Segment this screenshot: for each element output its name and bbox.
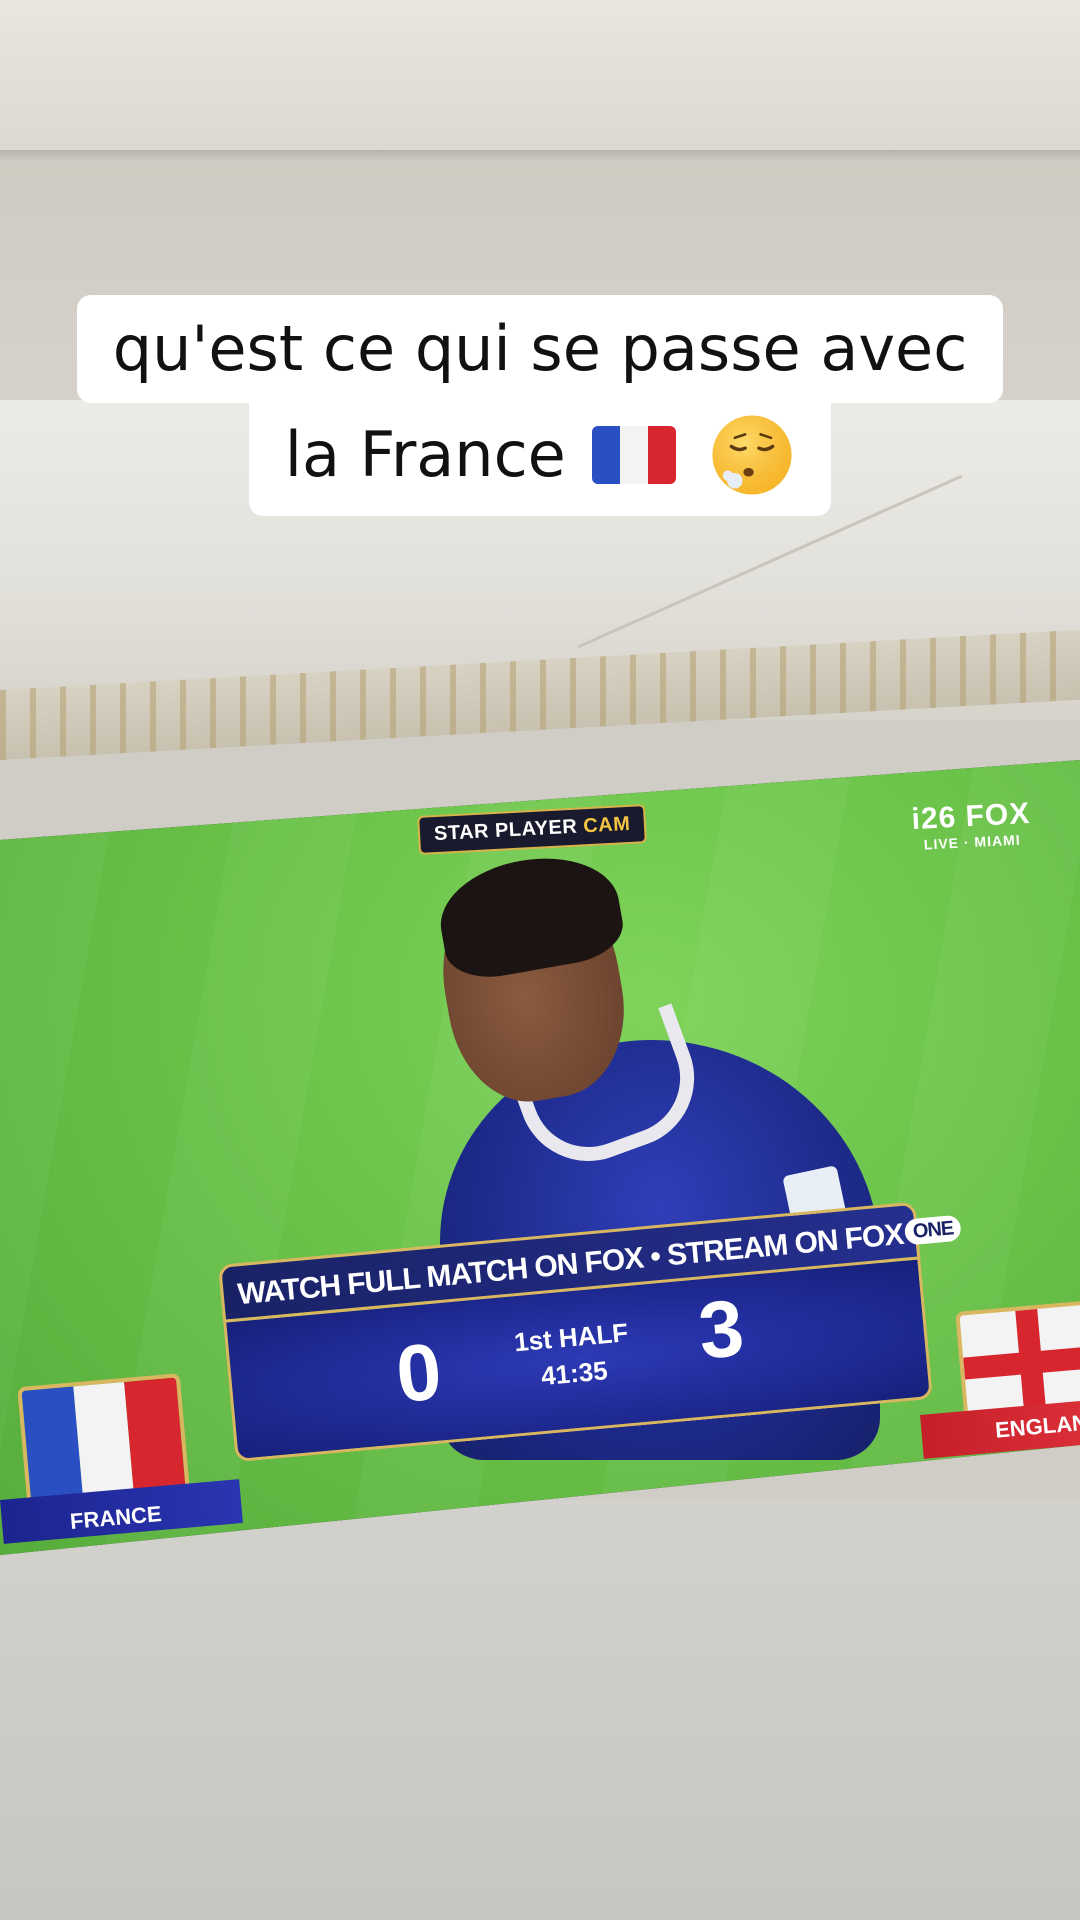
tv-screen: ♞ STAR PLAYER CAM i26 FOX LIVE · MIAMI F… <box>0 760 1080 1555</box>
home-score: 0 <box>392 1326 446 1420</box>
channel-logo: i26 FOX LIVE · MIAMI <box>911 797 1032 853</box>
cam-label-accent: CAM <box>582 812 631 838</box>
france-flag-emoji-icon <box>591 425 676 484</box>
match-period: 1st HALF 41:35 <box>513 1314 633 1396</box>
wall-lower <box>0 1500 1080 1920</box>
cam-label: STAR PLAYER <box>433 815 578 846</box>
exhaling-face-emoji-icon <box>712 415 792 495</box>
away-score: 3 <box>694 1282 748 1376</box>
caption-line-1: qu'est ce qui se passe avec <box>76 295 1004 403</box>
caption-line-2-text: la France <box>284 418 566 491</box>
caption-line-2: la France <box>248 401 832 516</box>
caption: qu'est ce qui se passe avec la France <box>0 295 1080 516</box>
ceiling <box>0 0 1080 160</box>
caption-line-1-text: qu'est ce qui se passe avec <box>112 312 968 385</box>
